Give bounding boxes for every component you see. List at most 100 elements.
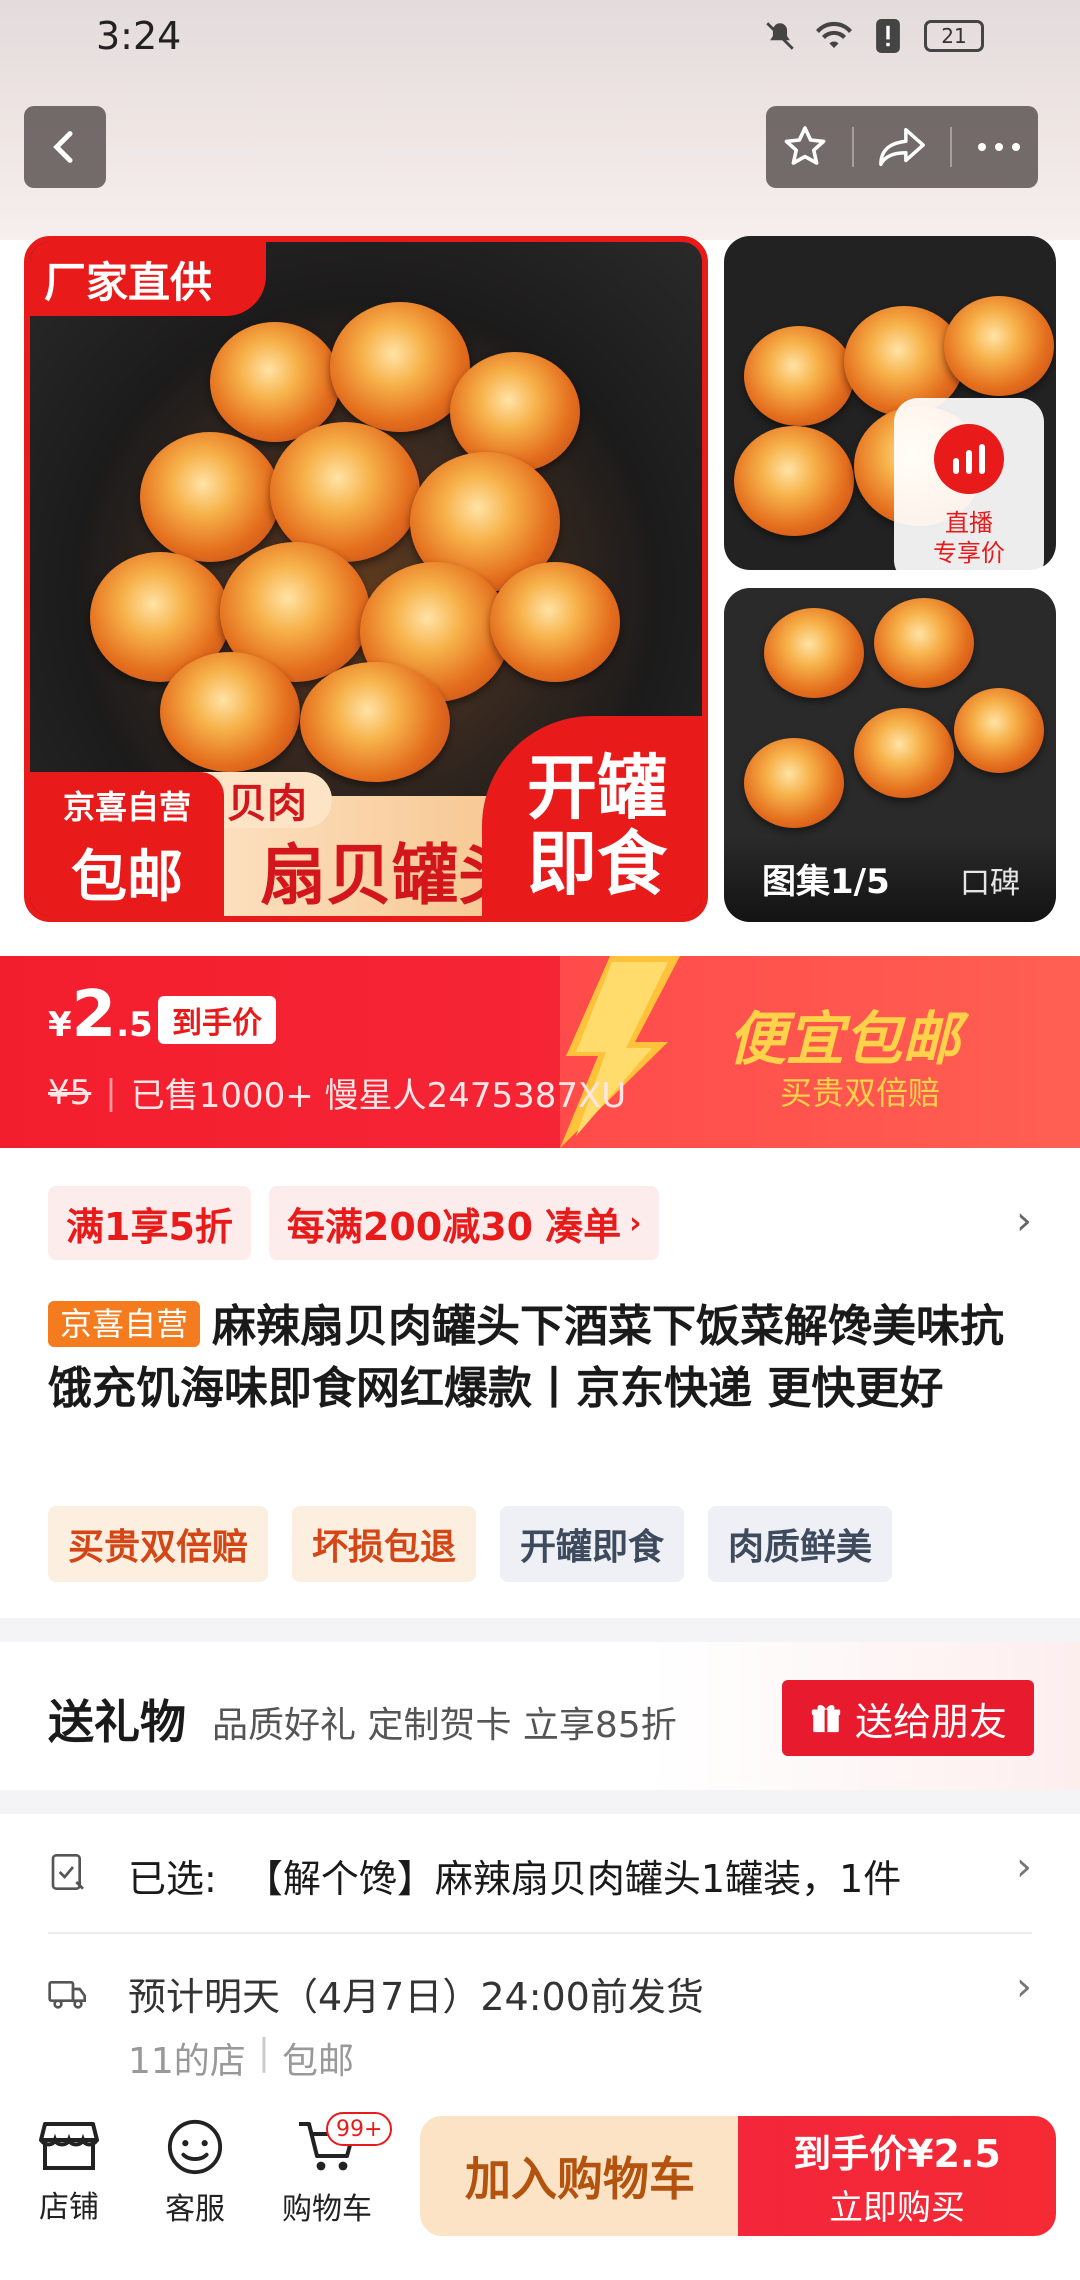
price-integer: 2 [71,978,117,1052]
status-icons: 21 [762,18,984,54]
buy-now-button[interactable]: 到手价¥2.5 立即购买 [738,2116,1056,2236]
bottom-action-bar: 店铺 客服 购物车 99+ 加入购物车 到手价¥2.5 立即购买 [0,2098,1080,2280]
scallop-image [270,422,420,562]
send-gift-label: 送给朋友 [854,1699,1007,1744]
favorite-button[interactable] [775,117,835,177]
mute-icon [762,18,798,54]
ready-to-eat-badge: 开罐 即食 [482,716,702,916]
self-operated-tag: 京喜自营 [48,1301,201,1347]
gift-section: 送礼物 品质好礼 定制贺卡 立享85折 送给朋友 [0,1642,1080,1790]
scallop-image [854,708,954,798]
product-title: 京喜自营 麻辣扇贝肉罐头下酒菜下饭菜解馋美味抗饿充饥海味即食网红爆款丨京东快递 更… [48,1296,1038,1420]
coupon-full-reduction[interactable]: 每满200减30 凑单 › [268,1186,660,1260]
lightning-icon [560,956,680,1148]
cart-nav[interactable]: 购物车 99+ [272,2112,393,2228]
factory-direct-badge: 厂家直供 [30,242,266,316]
coupon-full-reduction-text: 每满200减30 [286,1204,534,1249]
store-label: 店铺 [39,2190,99,2225]
store-icon [39,2122,99,2170]
live-line1: 直播 [945,509,993,537]
feature-tag: 肉质鲜美 [708,1506,893,1582]
scallop-image [300,662,450,782]
shipping-estimate: 预计明天（4月7日）24:00前发货 [128,1975,704,2019]
more-button[interactable] [969,117,1029,177]
section-divider [0,1790,1080,1814]
status-bar: 3:24 21 [0,0,1080,76]
original-price: ¥5 [48,1072,92,1113]
jingxi-badge-top: 京喜自营 [62,787,191,826]
share-icon [879,127,925,167]
store-nav[interactable]: 店铺 [14,2118,124,2226]
scallop-image [330,302,470,432]
alert-icon [870,18,906,54]
share-button[interactable] [872,117,932,177]
feature-tag: 买贵双倍赔 [48,1506,269,1582]
current-price: ¥ 2 .5 [48,978,153,1052]
feature-tag: 坏损包退 [292,1506,477,1582]
jingxi-badge: 京喜自营 包邮 [30,772,224,916]
promo-headline: 便宜包邮 [728,1005,961,1073]
scallop-image [744,326,854,426]
jingxi-badge-bottom: 包邮 [71,844,183,910]
cart-count-badge: 99+ [326,2112,393,2146]
coupon-row: 满1享5折 每满200减30 凑单 › [48,1186,660,1260]
service-nav[interactable]: 客服 [140,2118,250,2228]
ready-to-eat-line1: 开罐 [527,747,667,829]
scallop-image [160,652,300,772]
price-decimal: .5 [116,1005,153,1045]
coupon-more-chevron-icon[interactable]: › [1016,1198,1032,1244]
buy-now-price: 到手价¥2.5 [793,2132,1001,2176]
header-actions [766,106,1038,188]
scallop-image [140,432,280,562]
star-icon [784,126,826,165]
back-button[interactable] [24,106,106,188]
scallop-image [210,322,340,442]
add-to-cart-button[interactable]: 加入购物车 [420,2116,740,2236]
feature-tags: 买贵双倍赔 坏损包退 开罐即食 肉质鲜美 [48,1506,893,1582]
promo-subline: 买贵双倍赔 [780,1074,941,1112]
scallop-image [874,598,974,688]
shop-name: 11的店 [128,2041,246,2082]
shipping-subline: 11的店 | 包邮 [128,2032,354,2084]
sold-count: 已售1000+ 慢星人2475387XU [130,1076,627,1116]
free-shipping: 包邮 [281,2041,354,2082]
service-label: 客服 [165,2192,225,2227]
main-product-image[interactable]: 厂家直供 扇贝罐头 扇贝肉 京喜自营 包邮 开罐 即食 [24,236,708,922]
live-price-text: 直播 专享价 [933,508,1005,568]
price-subline: ¥5 | 已售1000+ 慢星人2475387XU [48,1068,626,1117]
scallop-image [944,296,1054,396]
status-time: 3:24 [96,14,182,58]
gift-title: 送礼物 [48,1695,186,1749]
wifi-icon [816,18,852,54]
action-divider [949,127,952,167]
price-divider: | [105,1072,117,1113]
chevron-left-icon [53,131,73,163]
product-gallery: 厂家直供 扇贝罐头 扇贝肉 京喜自营 包邮 开罐 即食 直播 专享价 图集1/5… [0,236,1080,926]
live-icon [934,424,1004,494]
gift-icon [811,1705,841,1733]
action-divider [852,127,855,167]
customer-service-icon [167,2119,223,2175]
live-line2: 专享价 [933,539,1005,567]
send-gift-button[interactable]: 送给朋友 [782,1680,1034,1756]
coupon-combine-link[interactable]: 凑单 [545,1196,621,1251]
cart-label: 购物车 [282,2192,372,2227]
selected-spec-text: 已选: 【解个馋】麻辣扇贝肉罐头1罐装，1件 [128,1848,901,1903]
gallery-review-link[interactable]: 口碑 [960,858,1020,902]
chevron-right-icon: › [629,1205,642,1241]
coupon-discount[interactable]: 满1享5折 [48,1186,251,1260]
chevron-right-icon: › [1016,1844,1032,1890]
buy-now-label: 立即购买 [829,2188,965,2228]
scallop-image [954,688,1044,773]
selected-spec-row[interactable]: 已选: 【解个馋】麻辣扇贝肉罐头1罐装，1件 › [0,1814,1080,1932]
gallery-counter[interactable]: 图集1/5 [762,854,890,914]
feature-tag: 开罐即食 [500,1506,685,1582]
battery-icon: 21 [924,20,984,52]
final-price-tag: 到手价 [158,996,276,1044]
scallop-image [744,738,844,828]
scallop-image [764,608,864,698]
live-price-card[interactable]: 直播 专享价 [894,398,1044,584]
ready-to-eat-line2: 即食 [527,823,667,905]
checklist-icon [51,1854,84,1890]
price-currency: ¥ [48,1005,72,1045]
